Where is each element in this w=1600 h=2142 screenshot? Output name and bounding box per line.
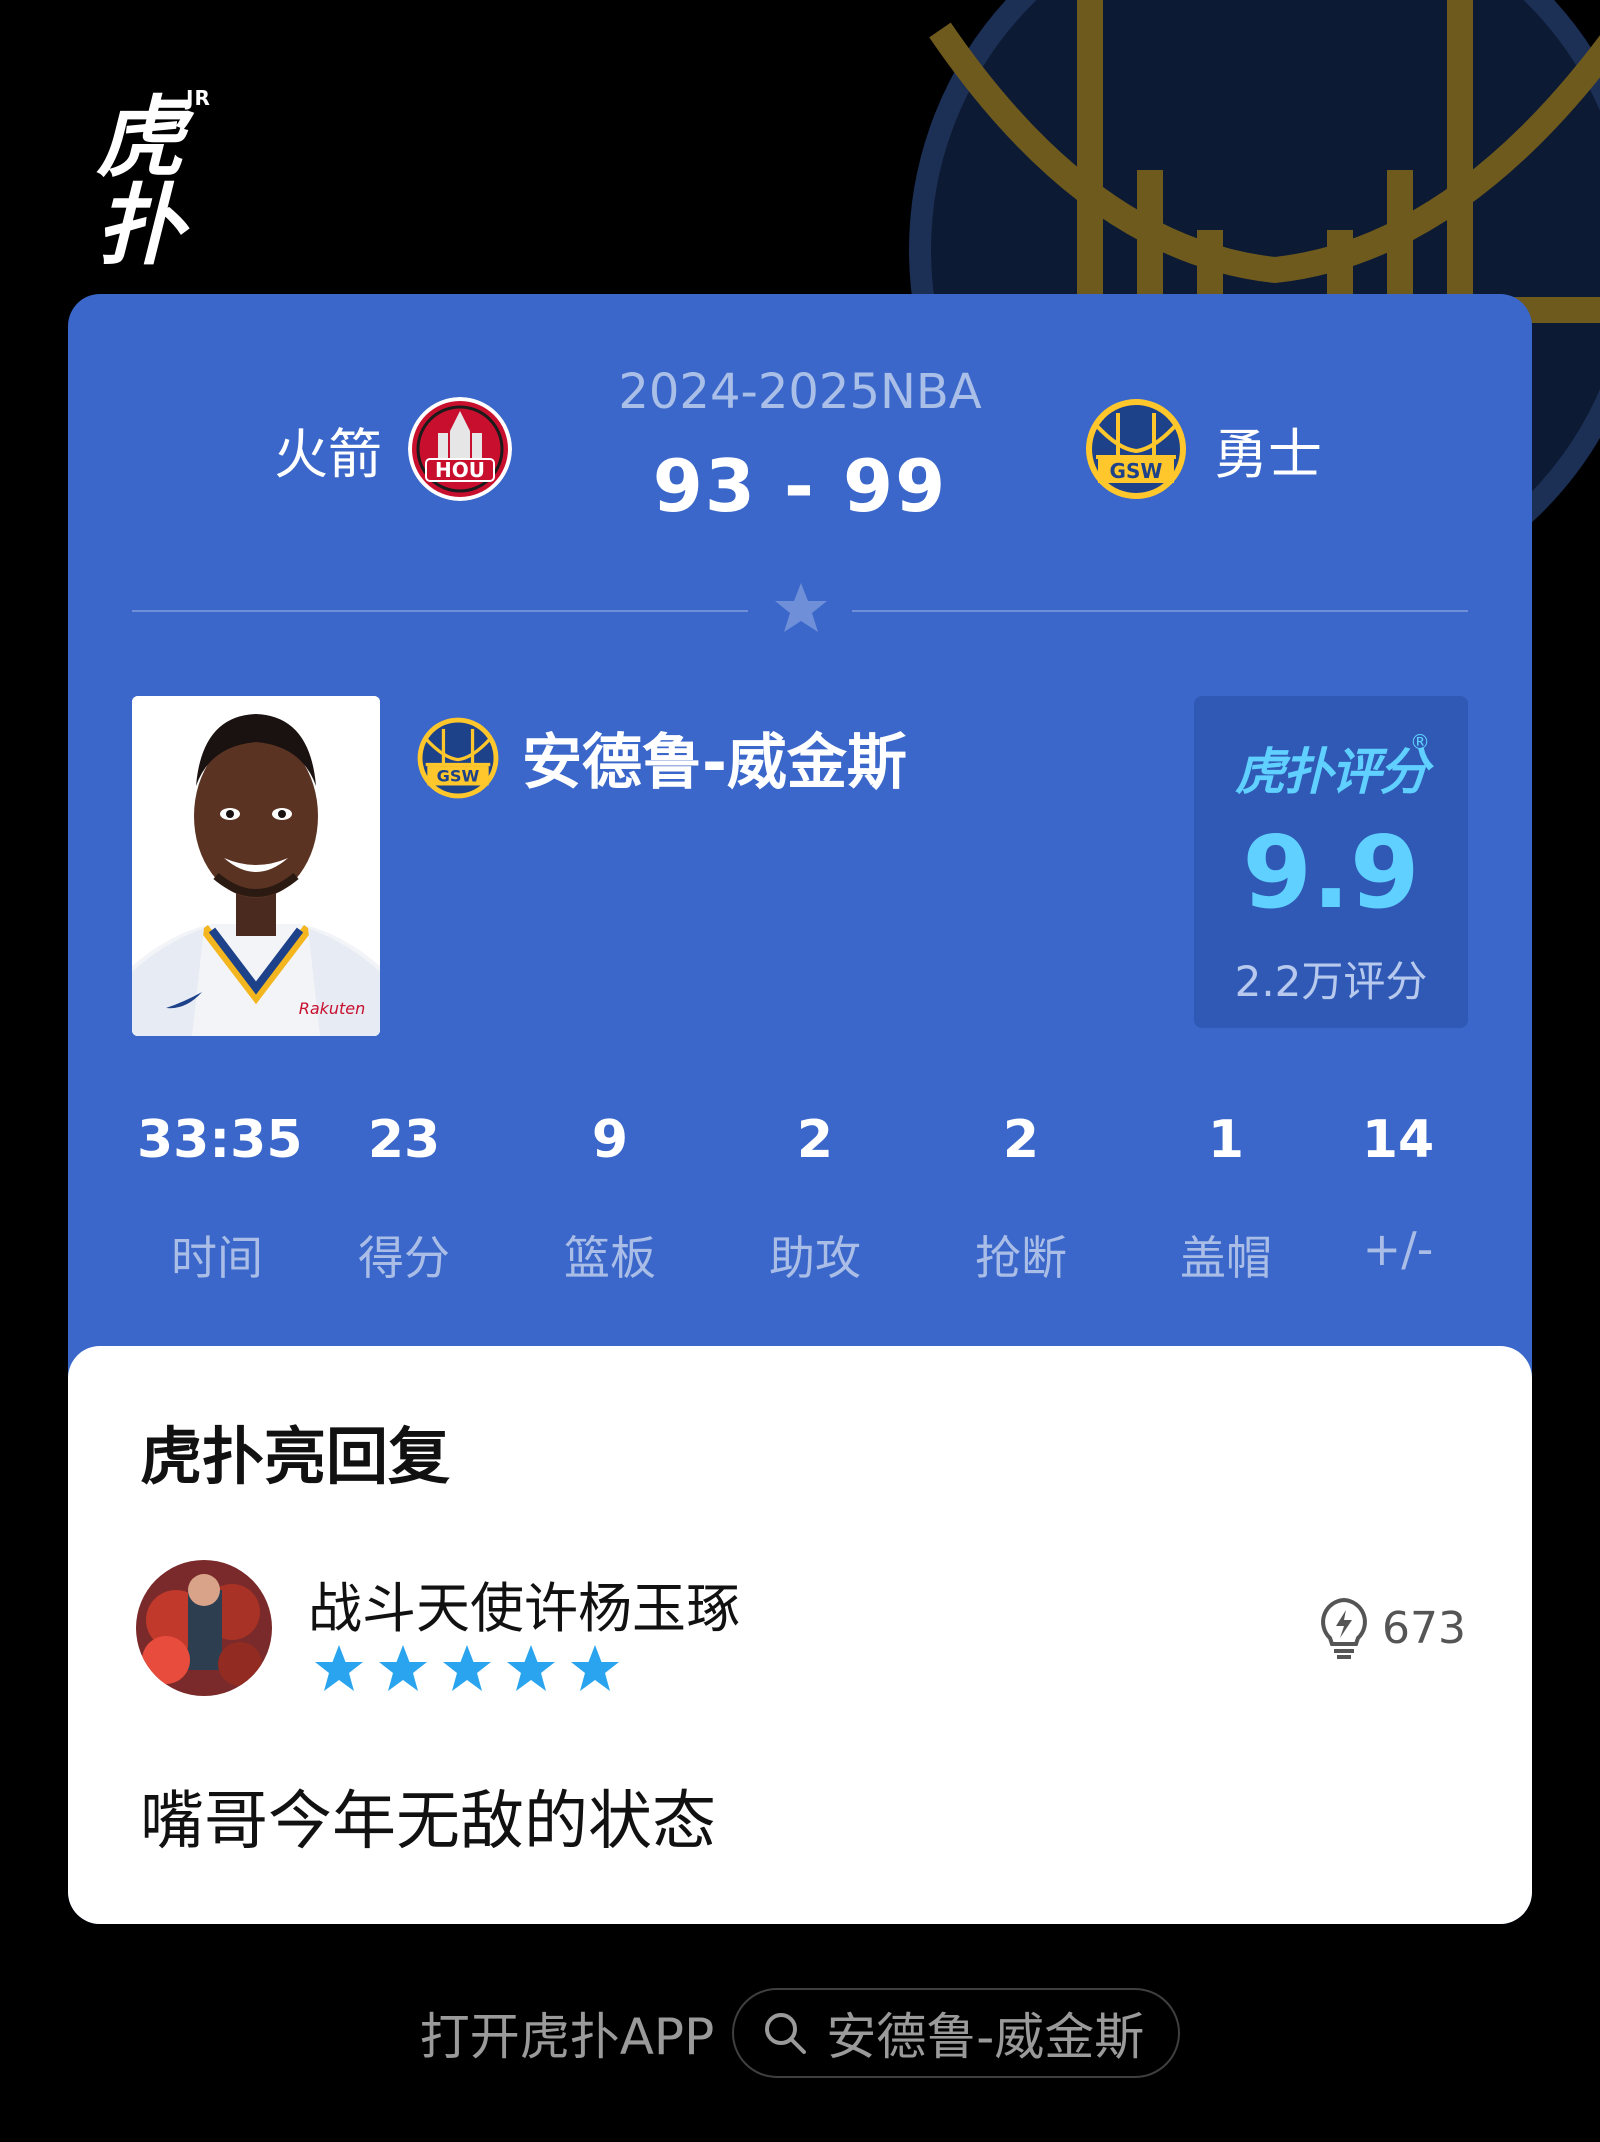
stat-value: 33:35 bbox=[137, 1110, 303, 1170]
player-header: GSW 安德鲁-威金斯 bbox=[416, 714, 907, 801]
stat-value: 1 bbox=[1207, 1110, 1245, 1170]
stat-assists: 2 助攻 bbox=[735, 1110, 895, 1288]
like-button[interactable]: 673 bbox=[1316, 1596, 1466, 1660]
stat-value: 2 bbox=[796, 1110, 834, 1170]
user-avatar[interactable] bbox=[136, 1560, 272, 1696]
stat-time: 33:35 时间 bbox=[137, 1110, 303, 1288]
player-name: 安德鲁-威金斯 bbox=[522, 728, 907, 798]
like-count: 673 bbox=[1382, 1602, 1466, 1654]
player-team-abbr: GSW bbox=[437, 766, 480, 785]
warriors-logo-icon: GSW bbox=[1086, 399, 1186, 499]
search-query: 安德鲁-威金斯 bbox=[826, 2008, 1145, 2066]
registered-mark: ® bbox=[1410, 730, 1430, 754]
stat-blocks: 1 盖帽 bbox=[1146, 1110, 1306, 1288]
hupu-logo: JR 虎扑 bbox=[96, 86, 246, 270]
hupu-rating-box[interactable]: 虎扑评分 ® 9.9 2.2万评分 bbox=[1194, 696, 1468, 1028]
stat-label: +/- bbox=[1362, 1222, 1434, 1276]
stat-label: 抢断 bbox=[975, 1231, 1067, 1285]
reply-section-title: 虎扑亮回复 bbox=[140, 1420, 451, 1493]
player-portrait: Rakuten bbox=[132, 696, 380, 1036]
star-icon bbox=[775, 583, 827, 632]
stat-label: 盖帽 bbox=[1180, 1231, 1272, 1285]
star-icon bbox=[443, 1645, 491, 1691]
rating-value: 9.9 bbox=[1242, 814, 1420, 931]
stat-label: 时间 bbox=[171, 1231, 263, 1285]
user-star-rating bbox=[312, 1642, 622, 1696]
star-icon bbox=[571, 1645, 619, 1691]
reply-comment: 嘴哥今年无敌的状态 bbox=[140, 1785, 716, 1859]
search-icon bbox=[765, 2013, 807, 2054]
away-team: GSW 勇士 bbox=[1084, 394, 1322, 504]
star-icon bbox=[315, 1645, 363, 1691]
stat-points: 23 得分 bbox=[324, 1110, 484, 1288]
open-app-bar: 打开虎扑APP 安德鲁-威金斯 bbox=[0, 1988, 1600, 2078]
star-icon bbox=[379, 1645, 427, 1691]
search-button[interactable]: 安德鲁-威金斯 bbox=[732, 1988, 1181, 2078]
stat-plus-minus: 14 +/- bbox=[1318, 1110, 1478, 1276]
away-team-name: 勇士 bbox=[1214, 422, 1322, 486]
stat-value: 14 bbox=[1361, 1110, 1435, 1170]
player-team-logo-icon: GSW bbox=[417, 717, 499, 798]
top-reply-section: 虎扑亮回复 战斗天使许杨玉琢 673 嘴哥今年无敌的状态 bbox=[68, 1346, 1532, 1924]
open-app-link[interactable]: 打开虎扑APP bbox=[420, 1997, 715, 2069]
stat-value: 2 bbox=[1002, 1110, 1040, 1170]
divider-right bbox=[852, 610, 1468, 612]
divider-left bbox=[132, 610, 748, 612]
stat-rebounds: 9 篮板 bbox=[530, 1110, 690, 1288]
stat-value: 23 bbox=[367, 1110, 441, 1170]
stat-steals: 2 抢断 bbox=[941, 1110, 1101, 1288]
rating-count: 2.2万评分 bbox=[1234, 957, 1428, 1006]
jersey-sponsor: Rakuten bbox=[299, 999, 366, 1018]
stat-label: 篮板 bbox=[564, 1231, 656, 1285]
lightbulb-icon bbox=[1321, 1597, 1367, 1659]
username[interactable]: 战斗天使许杨玉琢 bbox=[308, 1564, 740, 1643]
logo-text: 虎扑 bbox=[96, 86, 184, 277]
away-team-abbr: GSW bbox=[1110, 459, 1163, 483]
stat-label: 得分 bbox=[358, 1231, 450, 1285]
star-icon bbox=[507, 1645, 555, 1691]
stat-value: 9 bbox=[591, 1110, 629, 1170]
stat-label: 助攻 bbox=[769, 1231, 861, 1285]
